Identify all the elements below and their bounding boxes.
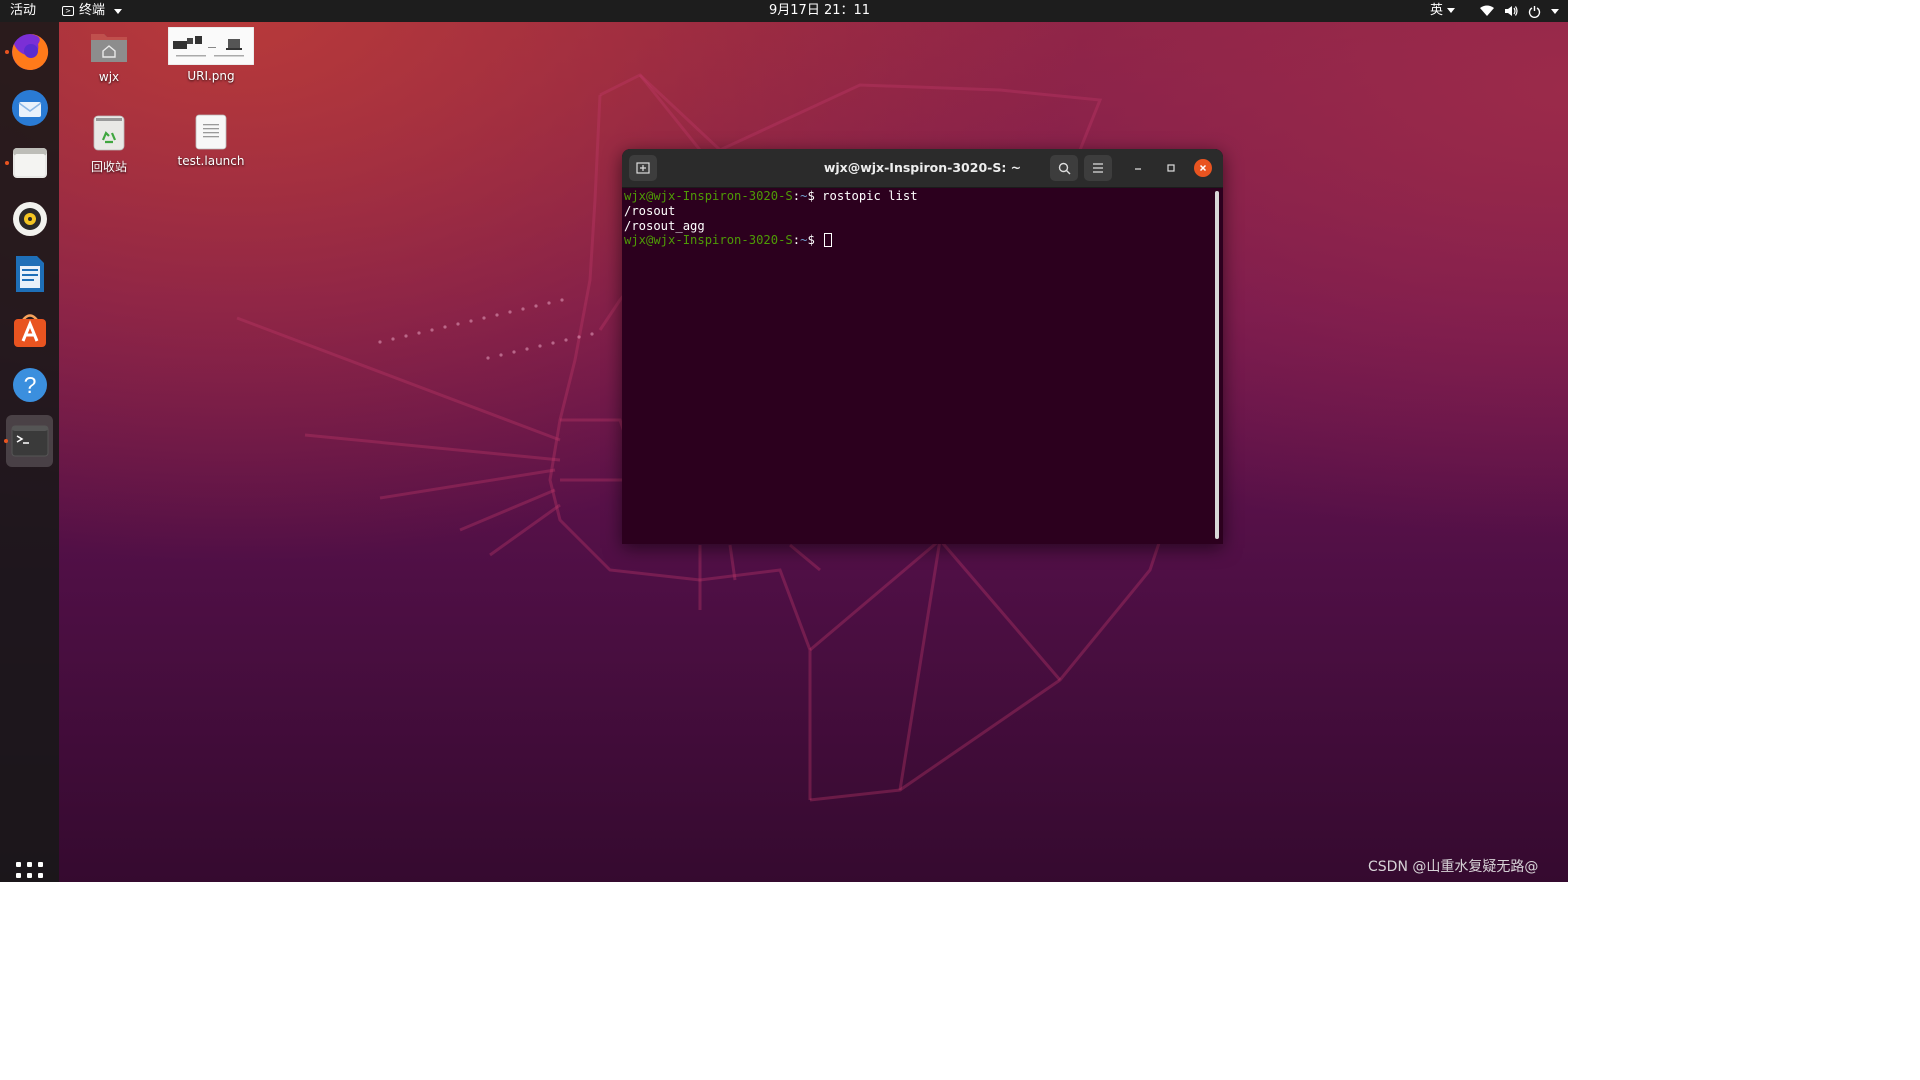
minimize-button[interactable] xyxy=(1129,159,1147,177)
running-indicator xyxy=(4,439,8,443)
dock-item-firefox[interactable] xyxy=(5,28,53,76)
desktop-icon-label: 回收站 xyxy=(90,160,127,174)
dock: ? xyxy=(0,22,59,882)
desktop-icon-trash[interactable]: 回收站 xyxy=(85,114,133,175)
software-center-icon xyxy=(13,314,46,347)
home-folder-icon xyxy=(91,34,127,62)
image-thumbnail-icon xyxy=(167,26,255,66)
search-icon xyxy=(1058,162,1070,174)
running-indicator xyxy=(5,161,9,165)
prompt-end: $ xyxy=(807,189,823,203)
chevron-down-icon xyxy=(1551,8,1559,14)
prompt-end: $ xyxy=(807,233,823,248)
maximize-button[interactable] xyxy=(1162,159,1180,177)
dock-item-rhythmbox[interactable] xyxy=(6,195,53,243)
wifi-icon xyxy=(1480,5,1494,16)
help-icon: ? xyxy=(12,368,47,402)
system-status-menu[interactable] xyxy=(1480,0,1559,22)
trash-icon xyxy=(93,115,125,151)
rhythmbox-icon xyxy=(12,202,47,236)
dock-item-writer[interactable] xyxy=(6,250,53,298)
chevron-down-icon xyxy=(1447,8,1456,13)
command-text: rostopic list xyxy=(822,189,918,203)
close-button[interactable] xyxy=(1194,159,1212,177)
text-file-icon xyxy=(195,114,227,150)
prompt-user: wjx@wjx-Inspiron-3020-S xyxy=(624,233,793,248)
terminal-line: wjx@wjx-Inspiron-3020-S:~$ xyxy=(624,233,1212,248)
volume-icon xyxy=(1505,6,1518,16)
dock-item-terminal[interactable] xyxy=(4,415,53,467)
hamburger-menu-button[interactable] xyxy=(1084,155,1112,181)
prompt-separator: : xyxy=(792,189,801,203)
new-tab-button[interactable] xyxy=(629,155,657,181)
watermark: CSDN @山重水复疑无路@ xyxy=(1368,859,1539,875)
show-applications-button[interactable] xyxy=(16,862,43,882)
terminal-scrollbar[interactable] xyxy=(1215,191,1219,539)
terminal-icon xyxy=(11,425,48,457)
activities-button[interactable]: 活动 xyxy=(10,0,36,22)
desktop-icon-launch-file[interactable]: test.launch xyxy=(176,114,246,168)
app-menu-label: 终端 xyxy=(79,3,106,18)
dock-item-thunderbird[interactable] xyxy=(6,84,53,132)
desktop-icon-label: wjx xyxy=(98,70,120,84)
power-icon xyxy=(1528,5,1541,18)
minimize-icon xyxy=(1135,168,1141,170)
firefox-icon xyxy=(11,33,48,70)
terminal-output[interactable]: wjx@wjx-Inspiron-3020-S:~$ rostopic list… xyxy=(624,189,1212,541)
new-tab-icon xyxy=(636,162,650,174)
hamburger-menu-icon xyxy=(1093,163,1103,173)
input-method-label: 英 xyxy=(1430,3,1444,18)
libreoffice-writer-icon xyxy=(15,256,44,292)
app-grid-icon xyxy=(16,862,43,878)
terminal-line: /rosout_agg xyxy=(624,218,705,233)
desktop-icon-label: URI.png xyxy=(187,69,235,83)
prompt-separator: : xyxy=(792,233,801,248)
terminal-line: wjx@wjx-Inspiron-3020-S:~$ rostopic list xyxy=(624,189,1212,204)
desktop-icon-home[interactable]: wjx xyxy=(85,30,133,84)
clock-button[interactable]: 9月17日 21：11 xyxy=(769,0,870,22)
terminal-headerbar[interactable]: wjx@wjx-Inspiron-3020-S: ~ xyxy=(622,149,1223,188)
terminal-line: /rosout xyxy=(624,203,676,218)
dock-item-software[interactable] xyxy=(6,306,53,354)
dock-item-help[interactable]: ? xyxy=(6,361,53,409)
terminal-window[interactable]: wjx@wjx-Inspiron-3020-S: ~ wjx@wjx-Inspi… xyxy=(622,149,1223,544)
desktop-icon-label: test.launch xyxy=(177,154,245,168)
terminal-title-text: wjx@wjx-Inspiron-3020-S: ~ xyxy=(823,160,1022,175)
files-icon xyxy=(12,148,47,178)
input-method-button[interactable]: 英 xyxy=(1430,0,1456,22)
desktop: 活动 > 终端 9月17日 21：11 英 ? wjx URI.png 回收站 … xyxy=(0,0,1568,882)
dock-item-files[interactable] xyxy=(5,139,53,187)
app-menu-button[interactable]: > 终端 xyxy=(62,0,123,22)
prompt-user: wjx@wjx-Inspiron-3020-S xyxy=(624,189,793,203)
chevron-down-icon xyxy=(114,8,123,14)
text-cursor xyxy=(824,233,833,248)
close-icon xyxy=(1199,164,1207,172)
terminal-mini-icon: > xyxy=(62,6,74,16)
desktop-icon-image[interactable]: URI.png xyxy=(167,26,255,83)
search-button[interactable] xyxy=(1050,155,1078,181)
svg-text:?: ? xyxy=(23,372,36,398)
thunderbird-icon xyxy=(11,90,48,126)
running-indicator xyxy=(5,50,9,54)
top-panel: 活动 > 终端 9月17日 21：11 英 xyxy=(0,0,1568,22)
maximize-icon xyxy=(1167,164,1175,172)
